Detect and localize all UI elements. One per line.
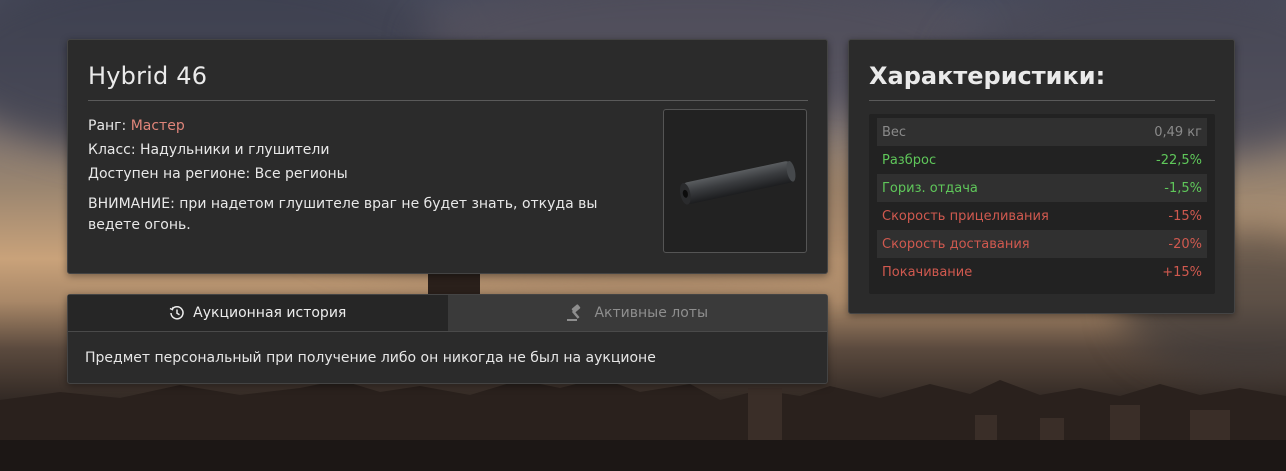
auction-message: Предмет персональный при получение либо … bbox=[85, 350, 656, 366]
stat-value: -1,5% bbox=[1164, 180, 1202, 196]
stats-title-divider bbox=[869, 100, 1215, 101]
stat-name: Вес bbox=[882, 124, 907, 140]
item-panel: Hybrid 46 Ранг: Мастер Класс: Надульники… bbox=[67, 39, 828, 274]
rank-value: Мастер bbox=[130, 118, 185, 134]
tab-active-lots[interactable]: Активные лоты bbox=[447, 295, 827, 331]
stats-panel: Характеристики: Вес 0,49 кг Разброс -22,… bbox=[848, 39, 1235, 314]
item-title: Hybrid 46 bbox=[88, 62, 208, 90]
item-info: Ранг: Мастер Класс: Надульники и глушите… bbox=[88, 114, 648, 236]
rank-label: Ранг: bbox=[88, 118, 131, 134]
stat-row-spread: Разброс -22,5% bbox=[877, 146, 1207, 174]
stat-row-draw-speed: Скорость доставания -20% bbox=[877, 230, 1207, 258]
stat-value: -22,5% bbox=[1156, 152, 1202, 168]
silencer-image bbox=[663, 109, 807, 253]
stat-value: +15% bbox=[1162, 264, 1202, 280]
rank-line: Ранг: Мастер bbox=[88, 114, 648, 138]
stat-value: -15% bbox=[1168, 208, 1202, 224]
stat-value: 0,49 кг bbox=[1154, 124, 1202, 140]
gavel-icon bbox=[567, 304, 581, 321]
stats-title: Характеристики: bbox=[869, 62, 1106, 90]
stat-name: Скорость доставания bbox=[882, 236, 1030, 252]
stat-row-weight: Вес 0,49 кг bbox=[877, 118, 1207, 146]
stat-value: -20% bbox=[1168, 236, 1202, 252]
auction-panel: Аукционная история Активные лоты Предмет… bbox=[67, 294, 828, 384]
stat-name: Разброс bbox=[882, 152, 937, 168]
tab-auction-history-label: Аукционная история bbox=[193, 305, 347, 321]
region-line: Доступен на регионе: Все регионы bbox=[88, 166, 348, 182]
stat-row-aim-speed: Скорость прицеливания -15% bbox=[877, 202, 1207, 230]
item-title-divider bbox=[88, 100, 808, 101]
stats-table: Вес 0,49 кг Разброс -22,5% Гориз. отдача… bbox=[869, 114, 1215, 294]
auction-tabs: Аукционная история Активные лоты bbox=[68, 295, 827, 332]
stat-name: Покачивание bbox=[882, 264, 973, 280]
history-icon bbox=[169, 306, 184, 320]
silencer-icon bbox=[679, 161, 796, 205]
stat-name: Гориз. отдача bbox=[882, 180, 978, 196]
stat-name: Скорость прицеливания bbox=[882, 208, 1049, 224]
tab-active-lots-label: Активные лоты bbox=[594, 305, 709, 321]
stat-row-sway: Покачивание +15% bbox=[877, 258, 1207, 286]
tab-auction-history[interactable]: Аукционная история bbox=[68, 295, 448, 331]
stat-row-horizontal-recoil: Гориз. отдача -1,5% bbox=[877, 174, 1207, 202]
silencer-warning: ВНИМАНИЕ: при надетом глушителе враг не … bbox=[88, 196, 598, 233]
class-line: Класс: Надульники и глушители bbox=[88, 142, 330, 158]
